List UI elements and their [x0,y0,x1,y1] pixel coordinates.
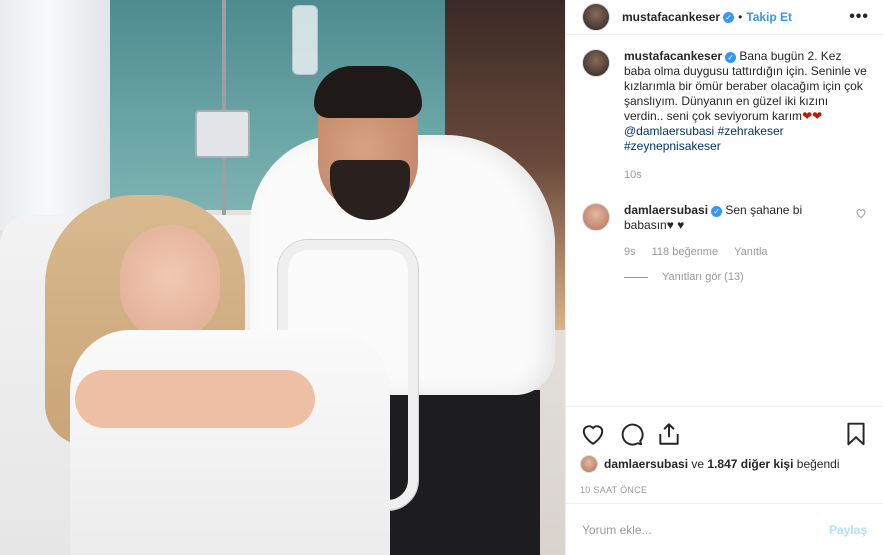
instagram-post: mustafacankeser ✓ • Takip Et ••• mustafa… [0,0,883,555]
heart-emoji-icon: ❤❤ [802,109,823,123]
more-options-icon[interactable]: ••• [849,8,869,26]
comment-likes[interactable]: 118 beğenme [652,245,718,260]
share-icon[interactable] [656,421,682,447]
caption-username[interactable]: mustafacankeser [624,49,722,63]
man-hair [314,66,422,118]
liker-avatar[interactable] [580,455,598,473]
follow-button[interactable]: Takip Et [746,10,792,24]
reply-button[interactable]: Yanıtla [734,245,767,260]
post-comment-button[interactable]: Paylaş [829,523,867,537]
author-avatar[interactable] [582,3,610,31]
caption-time: 10s [624,169,642,181]
curtain [0,0,120,230]
likes-count[interactable]: 1.847 diğer kişi [707,457,793,471]
liker-username[interactable]: damlaersubasi [604,457,688,471]
heart-icon[interactable] [580,421,606,447]
caption: mustafacankeser ✓ Bana bugün 2. Kez baba … [582,49,867,183]
verified-badge-icon: ✓ [723,11,735,23]
comment-item: damlaersubasi ✓ Sen şahane bi babasın♥ ♥ … [582,203,867,285]
divider [624,277,648,278]
comment-time: 9s [624,246,636,258]
woman-face [120,225,220,340]
post-photo[interactable] [0,0,565,555]
author-username[interactable]: mustafacankeser [622,10,720,24]
tag-link[interactable]: @damlaersubasi [624,124,714,138]
add-comment-bar: Paylaş [566,503,883,555]
post-timestamp: 10 SAAT ÖNCE [580,485,648,495]
separator: • [738,10,743,24]
bookmark-icon[interactable] [843,421,869,447]
commenter-avatar[interactable] [582,203,610,231]
baby-blanket [70,330,390,555]
tag-link[interactable]: #zeynepnisakeser [624,139,721,153]
likes-summary: damlaersubasi ve 1.847 diğer kişi beğend… [580,455,869,473]
heart-emoji-icon: ♥ ♥ [666,218,685,232]
medical-monitor [195,110,250,158]
iv-bag [292,5,318,75]
comment-icon[interactable] [618,421,644,447]
tag-link[interactable]: #zehrakeser [718,124,784,138]
post-header: mustafacankeser ✓ • Takip Et ••• [566,0,883,35]
post-actions: damlaersubasi ve 1.847 diğer kişi beğend… [566,406,883,495]
caption-avatar[interactable] [582,49,610,77]
view-replies-button[interactable]: Yanıtları gör (13) [624,270,834,285]
comments-section: mustafacankeser ✓ Bana bugün 2. Kez baba … [566,35,883,406]
verified-badge-icon: ✓ [711,206,723,217]
verified-badge-icon: ✓ [725,52,737,63]
post-sidebar: mustafacankeser ✓ • Takip Et ••• mustafa… [565,0,883,555]
comment-input[interactable] [582,522,829,537]
commenter-username[interactable]: damlaersubasi [624,203,708,217]
comment-like-heart-icon[interactable] [855,207,867,222]
woman-arm [75,370,315,428]
